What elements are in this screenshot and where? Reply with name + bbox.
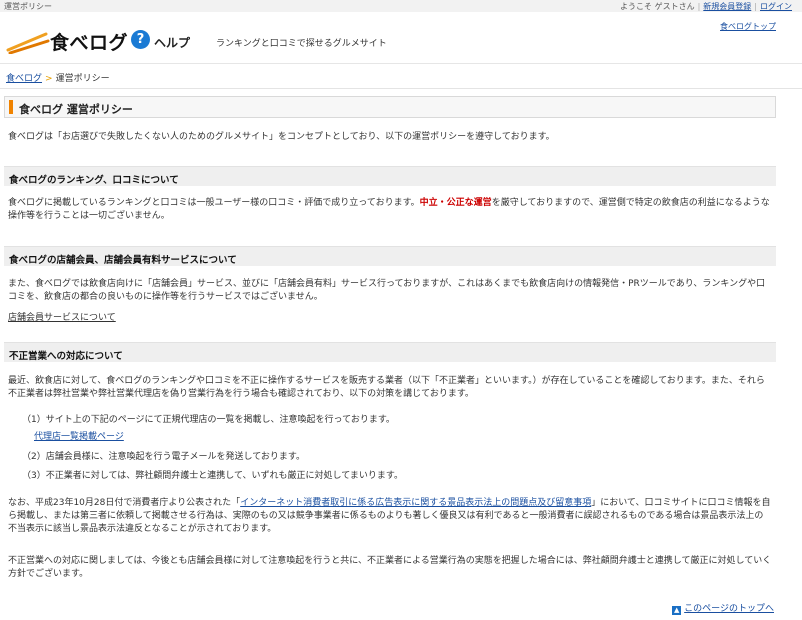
legal-note-a: なお、平成23年10月28日付で消費者庁より公表された「 xyxy=(8,498,241,508)
arrow-up-icon[interactable]: ▲ xyxy=(672,606,682,615)
welcome-text: ようこそ ゲストさん xyxy=(620,2,695,11)
user-menu: ようこそ ゲストさん | 新規会員登録 | ログイン xyxy=(620,1,792,12)
title-accent-bar xyxy=(9,100,13,114)
store-service-link[interactable]: 店舗会員サービスについて xyxy=(8,312,116,325)
breadcrumb-current: 運営ポリシー xyxy=(55,74,110,84)
list-item: （3）不正業者に対しては、弊社顧問弁護士と連携して、いずれも厳正に対処してまいり… xyxy=(22,471,403,481)
site-header: 食べログ ? ヘルプ ランキングと口コミで探せるグルメサイト 食べログトップ xyxy=(0,12,802,64)
separator: | xyxy=(754,2,757,11)
ranking-text-a: 食べログに掲載しているランキングと口コミは一般ユーザー様の口コミ・評価で成り立っ… xyxy=(8,198,420,208)
separator: | xyxy=(697,2,701,11)
intro-text: 食べログは「お店選びで失敗したくない人のためのグルメサイト」をコンセプトとしてお… xyxy=(8,132,555,142)
divider xyxy=(0,88,802,89)
breadcrumb: 食べログ > 運営ポリシー xyxy=(6,71,110,84)
consumer-agency-link[interactable]: インターネット消費者取引に係る広告表示に関する景品表示法上の問題点及び留意事項 xyxy=(240,498,591,508)
ranking-text-emphasis: 中立・公正な運営 xyxy=(419,198,492,208)
help-label: ヘルプ xyxy=(154,36,191,50)
fraud-text: 最近、飲食店に対して、食べログのランキングや口コミを不正に操作するサービスを販売… xyxy=(8,376,765,399)
list-item: （2）店舗会員様に、注意喚起を行う電子メールを発送しております。 xyxy=(22,452,306,462)
legal-note: なお、平成23年10月28日付で消費者庁より公表された「インターネット消費者取引… xyxy=(8,497,772,536)
page-title-box: 食べログ 運営ポリシー xyxy=(4,96,776,118)
section-heading-fraud: 不正営業への対応について xyxy=(4,342,776,362)
ranking-text: 食べログに掲載しているランキングと口コミは一般ユーザー様の口コミ・評価で成り立っ… xyxy=(8,197,772,223)
list-item: （1）サイト上の下記のページにて正規代理店の一覧を掲載し、注意喚起を行っておりま… xyxy=(22,415,395,425)
site-tagline: ランキングと口コミで探せるグルメサイト xyxy=(216,39,387,49)
page-top-link-wrap: ▲ このページのトップへ xyxy=(672,601,774,615)
chopsticks-logo-icon xyxy=(6,32,50,54)
site-section-label: 運営ポリシー xyxy=(4,2,52,11)
section-heading-text: 不正営業への対応について xyxy=(9,351,123,362)
register-link[interactable]: 新規会員登録 xyxy=(703,2,751,11)
section-heading-text: 食べログの店舗会員、店舗会員有料サービスについて xyxy=(9,255,237,266)
store-text: また、食べログでは飲食店向けに「店舗会員」サービス、並びに「店舗会員有料」サービ… xyxy=(8,279,766,302)
tabelog-top-link[interactable]: 食べログトップ xyxy=(720,21,776,32)
closing-text: 不正営業への対応に関しましては、今後とも店舗会員様に対して注意喚起を行うと共に、… xyxy=(8,556,772,579)
page-top-link[interactable]: このページのトップへ xyxy=(684,604,774,614)
section-heading-store: 食べログの店舗会員、店舗会員有料サービスについて xyxy=(4,246,776,266)
agency-list-link[interactable]: 代理店一覧掲載ページ xyxy=(34,429,124,442)
section-heading-ranking: 食べログのランキング、口コミについて xyxy=(4,166,776,186)
top-utility-bar: 運営ポリシー ようこそ ゲストさん | 新規会員登録 | ログイン xyxy=(0,0,802,12)
help-question-icon: ? xyxy=(131,30,150,49)
section-heading-text: 食べログのランキング、口コミについて xyxy=(9,175,179,186)
page-title: 食べログ 運営ポリシー xyxy=(19,103,133,116)
tabelog-logo[interactable]: 食べログ xyxy=(50,28,128,55)
breadcrumb-home-link[interactable]: 食べログ xyxy=(6,74,42,84)
login-link[interactable]: ログイン xyxy=(760,2,792,11)
chevron-right-icon: > xyxy=(45,74,53,84)
